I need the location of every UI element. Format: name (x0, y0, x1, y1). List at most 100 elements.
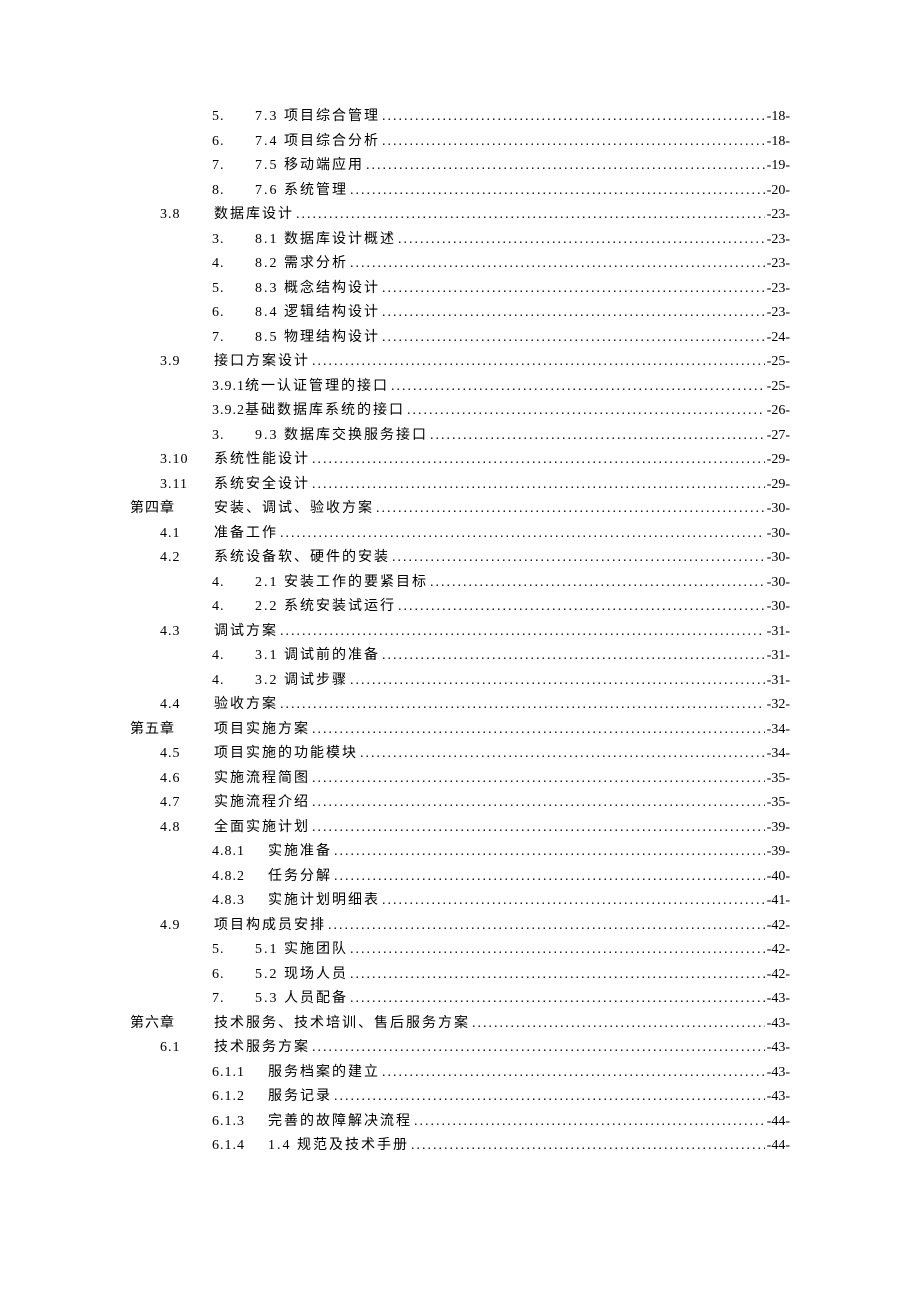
toc-leader-dots (334, 845, 765, 859)
toc-entry: 4.5项目实施的功能模块 -34- (130, 747, 790, 761)
toc-number: 6.1.1 (130, 1066, 268, 1080)
toc-page-number: -44- (767, 1115, 790, 1129)
toc-page-number: -23- (767, 208, 790, 222)
toc-leader-dots (350, 674, 765, 688)
toc-number: 4.3 (130, 625, 214, 639)
toc-leader-dots (411, 1139, 765, 1153)
toc-number: 3.10 (130, 453, 214, 467)
toc-page-number: -43- (767, 1066, 790, 1080)
toc-leader-dots (280, 625, 765, 639)
toc-leader-dots (382, 331, 765, 345)
toc-number: 5. (130, 282, 255, 296)
toc-title: 1.4 规范及技术手册 (268, 1139, 409, 1153)
toc-title: 实施流程简图 (214, 772, 310, 786)
toc-title: 5.2 现场人员 (255, 968, 348, 982)
toc-leader-dots (312, 796, 765, 810)
toc-title: 2.1 安装工作的要紧目标 (255, 576, 428, 590)
toc-title: 验收方案 (214, 698, 278, 712)
toc-leader-dots (312, 772, 765, 786)
toc-title: 全面实施计划 (214, 821, 310, 835)
toc-number: 6.1.3 (130, 1115, 268, 1129)
toc-page-number: -34- (767, 747, 790, 761)
toc-title: 2.2 系统安装试运行 (255, 600, 396, 614)
toc-title: 技术服务、技术培训、售后服务方案 (214, 1017, 470, 1031)
toc-page-number: -35- (767, 796, 790, 810)
toc-leader-dots (398, 233, 765, 247)
toc-page-number: -24- (767, 331, 790, 345)
toc-title: 实施计划明细表 (268, 894, 380, 908)
toc-page-number: -39- (767, 845, 790, 859)
toc-page-number: -31- (767, 649, 790, 663)
toc-entry: 4.8.2任务分解 -40- (130, 870, 790, 884)
toc-page-number: -42- (767, 943, 790, 957)
toc-number: 6.1 (130, 1041, 214, 1055)
toc-title: 8.4 逻辑结构设计 (255, 306, 380, 320)
toc-title: 实施准备 (268, 845, 332, 859)
toc-number: 3.9.1 (130, 380, 245, 394)
toc-title: 8.5 物理结构设计 (255, 331, 380, 345)
toc-page-number: -43- (767, 1090, 790, 1104)
toc-leader-dots (312, 478, 765, 492)
toc-entry: 5.8.3 概念结构设计 -23- (130, 282, 790, 296)
toc-leader-dots (382, 1066, 765, 1080)
toc-title: 服务档案的建立 (268, 1066, 380, 1080)
toc-entry: 4.3调试方案-31- (130, 625, 790, 639)
toc-title: 8.3 概念结构设计 (255, 282, 380, 296)
toc-entry: 4.2.1 安装工作的要紧目标-30- (130, 576, 790, 590)
toc-leader-dots (382, 110, 765, 124)
table-of-contents: 5.7.3 项目综合管理-18-6.7.4 项目综合分析-18-7.7.5 移动… (130, 110, 790, 1153)
toc-entry: 3.8.1 数据库设计概述-23- (130, 233, 790, 247)
toc-number: 4.5 (130, 747, 214, 761)
toc-page-number: -23- (767, 282, 790, 296)
toc-leader-dots (312, 355, 765, 369)
toc-leader-dots (382, 282, 765, 296)
toc-entry: 7.7.5 移动端应用-19- (130, 159, 790, 173)
toc-number: 4.8 (130, 821, 214, 835)
toc-page-number: -27- (767, 429, 790, 443)
toc-leader-dots (350, 968, 765, 982)
toc-leader-dots (350, 257, 765, 271)
toc-number: 4.1 (130, 527, 214, 541)
toc-entry: 6.8.4 逻辑结构设计-23- (130, 306, 790, 320)
toc-entry: 4.2系统设备软、硬件的安装-30- (130, 551, 790, 565)
toc-title: 接口方案设计 (214, 355, 310, 369)
toc-entry: 6.1.2服务记录 -43- (130, 1090, 790, 1104)
toc-entry: 3.9.1统一认证管理的接口 -25- (130, 380, 790, 394)
toc-leader-dots (398, 600, 765, 614)
toc-number: 4.8.2 (130, 870, 268, 884)
toc-entry: 4.7实施流程介绍 -35- (130, 796, 790, 810)
toc-number: 第五章 (130, 723, 214, 737)
toc-leader-dots (382, 135, 765, 149)
toc-number: 4.8.1 (130, 845, 268, 859)
toc-entry: 3.9接口方案设计 -25- (130, 355, 790, 369)
toc-entry: 6.7.4 项目综合分析-18- (130, 135, 790, 149)
toc-number: 3. (130, 429, 255, 443)
toc-leader-dots (328, 919, 765, 933)
toc-leader-dots (382, 306, 765, 320)
toc-number: 4. (130, 674, 255, 688)
toc-number: 7. (130, 331, 255, 345)
toc-leader-dots (334, 1090, 765, 1104)
toc-title: 任务分解 (268, 870, 332, 884)
toc-page-number: -43- (767, 1017, 790, 1031)
toc-page-number: -18- (767, 135, 790, 149)
toc-title: 系统性能设计 (214, 453, 310, 467)
toc-leader-dots (472, 1017, 765, 1031)
toc-entry: 3.11系统安全设计 -29- (130, 478, 790, 492)
toc-title: 服务记录 (268, 1090, 332, 1104)
toc-entry: 3.9.3 数据库交换服务接口-27- (130, 429, 790, 443)
toc-page-number: -26- (767, 404, 790, 418)
toc-leader-dots (280, 698, 765, 712)
toc-page-number: -30- (767, 600, 790, 614)
toc-page-number: -43- (767, 1041, 790, 1055)
toc-leader-dots (280, 527, 765, 541)
toc-entry: 3.8数据库设计 -23- (130, 208, 790, 222)
toc-title: 项目构成员安排 (214, 919, 326, 933)
toc-title: 7.6 系统管理 (255, 184, 348, 198)
toc-page-number: -43- (767, 992, 790, 1006)
toc-title: 7.4 项目综合分析 (255, 135, 380, 149)
toc-number: 4.9 (130, 919, 214, 933)
toc-number: 3. (130, 233, 255, 247)
toc-number: 4.8.3 (130, 894, 268, 908)
toc-number: 4.6 (130, 772, 214, 786)
